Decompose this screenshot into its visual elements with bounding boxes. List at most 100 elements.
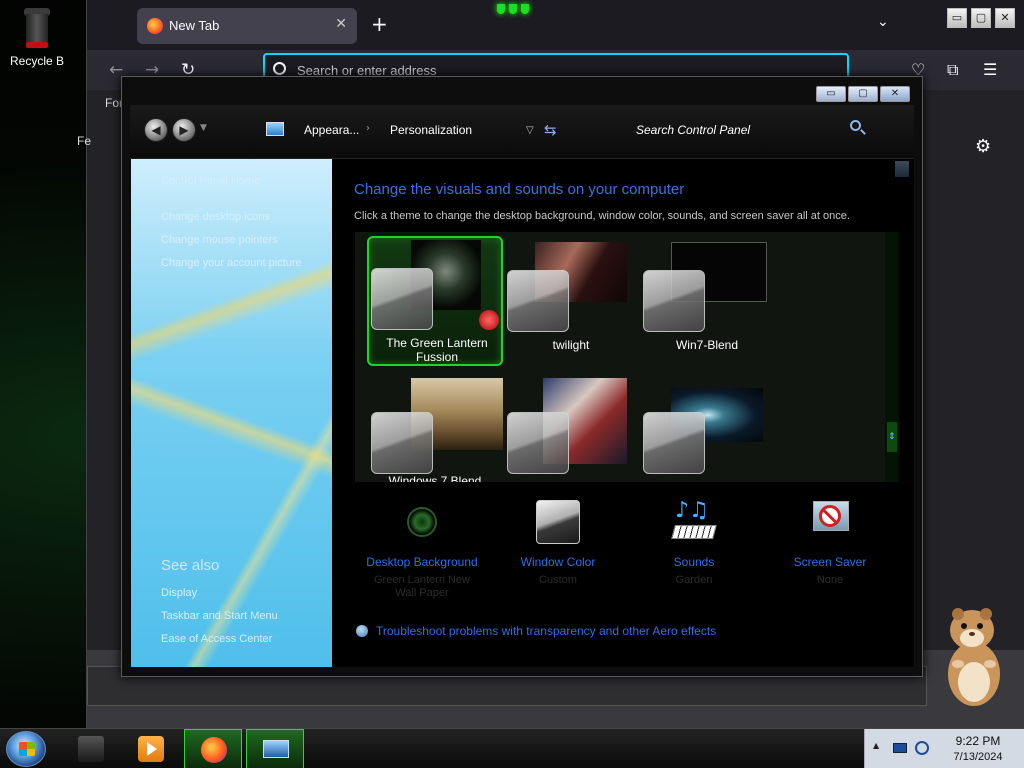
address-dropdown-chevron-icon[interactable]: ▽ xyxy=(526,125,534,136)
ease-of-access-link[interactable]: Ease of Access Center xyxy=(161,633,272,645)
clock-date[interactable]: 7/13/2024 xyxy=(937,751,1019,763)
option-value: None xyxy=(816,574,844,586)
action-center-icon[interactable] xyxy=(893,743,907,753)
theme-gallery: The Green Lantern Fussion twilight Win7-B… xyxy=(355,232,885,482)
breadcrumb-appearance[interactable]: Appeara... xyxy=(304,123,359,137)
media-player-icon xyxy=(138,736,164,762)
option-label: Window Color xyxy=(520,555,596,569)
control-panel-icon xyxy=(266,122,284,136)
menu-icon[interactable]: ☰ xyxy=(983,60,997,79)
personalization-window: ▭ ▢ ✕ ◀ ▶ ▼ Appeara... › Personalization… xyxy=(121,76,923,677)
system-tray: ▲ 9:22 PM 7/13/2024 xyxy=(864,729,1024,768)
theme-win7-blend[interactable]: Win7-Blend xyxy=(639,236,775,366)
window-color-icon xyxy=(535,499,581,545)
taskbar: ▲ 9:22 PM 7/13/2024 xyxy=(0,728,1024,768)
sounds-option[interactable]: ♪♫ Sounds Garden xyxy=(634,499,754,587)
sound-badge-icon xyxy=(479,310,499,330)
network-icon[interactable] xyxy=(915,741,929,755)
browser-tab-new-tab[interactable]: New Tab ✕ xyxy=(137,8,357,44)
page-title: Change the visuals and sounds on your co… xyxy=(354,181,685,198)
theme-label: twilight xyxy=(552,338,590,352)
back-button[interactable]: ◀ xyxy=(144,118,168,142)
help-globe-icon xyxy=(356,625,368,637)
screen-saver-icon xyxy=(807,499,853,545)
control-panel-home-link[interactable]: Control Panel Home xyxy=(161,175,260,187)
change-mouse-pointers-link[interactable]: Change mouse pointers xyxy=(161,234,278,246)
theme-label: The Green Lantern Fussion xyxy=(386,336,488,364)
display-link[interactable]: Display xyxy=(161,587,197,599)
content-fragment: Fe xyxy=(77,134,92,148)
change-desktop-icons-link[interactable]: Change desktop icons xyxy=(161,211,270,223)
recycle-bin[interactable]: Recycle B xyxy=(6,6,68,76)
scroll-arrows-icon: ⇕ xyxy=(888,432,896,442)
browser-tab-bar: New Tab ✕ + ⌄ ▭ ▢ ✕ xyxy=(87,0,1024,50)
address-toolbar: ◀ ▶ ▼ Appeara... › Personalization ▽ ⇆ S… xyxy=(130,105,914,159)
window-color-swatch xyxy=(507,412,569,474)
hamster-gadget[interactable] xyxy=(940,604,1006,708)
gear-icon[interactable]: ⚙ xyxy=(975,136,991,157)
option-value: Custom xyxy=(539,574,577,586)
tab-title: New Tab xyxy=(169,18,220,33)
option-label: Screen Saver xyxy=(793,555,867,569)
sounds-icon: ♪♫ xyxy=(671,499,717,545)
theme-collage[interactable] xyxy=(503,374,639,482)
maximize-button[interactable]: ▢ xyxy=(848,86,878,102)
search-icon[interactable] xyxy=(850,120,861,131)
taskbar-control-panel[interactable] xyxy=(246,729,304,768)
option-label: Sounds xyxy=(673,555,715,569)
theme-blue-swirl[interactable] xyxy=(639,374,775,482)
theme-windows-7-blend[interactable]: Windows 7 Blend xyxy=(367,374,503,482)
window-color-swatch xyxy=(643,270,705,332)
desktop-background-icon xyxy=(399,499,445,545)
search-input[interactable]: Search Control Panel xyxy=(636,123,750,137)
screen-saver-option[interactable]: Screen Saver None xyxy=(770,499,890,587)
browser-close-button[interactable]: ✕ xyxy=(995,8,1015,28)
theme-label: Windows 7 Blend xyxy=(388,474,482,482)
recycle-bin-icon xyxy=(22,6,52,48)
troubleshoot-link[interactable]: Troubleshoot problems with transparency … xyxy=(356,624,716,638)
extensions-icon[interactable]: ⧉ xyxy=(947,60,958,80)
theme-scrollbar[interactable]: ⇕ xyxy=(885,232,899,482)
option-value: Green Lantern New Wall Paper xyxy=(374,574,470,599)
window-color-swatch xyxy=(371,268,433,330)
forward-button[interactable]: ▶ xyxy=(172,118,196,142)
clock-time[interactable]: 9:22 PM xyxy=(937,734,1019,748)
minimize-button[interactable]: ▭ xyxy=(816,86,846,102)
browser-minimize-button[interactable]: ▭ xyxy=(947,8,967,28)
desktop-background-option[interactable]: Desktop Background Green Lantern New Wal… xyxy=(362,499,482,600)
theme-twilight[interactable]: twilight xyxy=(503,236,639,366)
taskbar-firefox[interactable] xyxy=(184,729,242,768)
recycle-bin-label: Recycle B xyxy=(9,54,65,68)
window-color-swatch xyxy=(371,412,433,474)
control-panel-icon xyxy=(263,740,289,758)
see-also-heading: See also xyxy=(161,557,220,574)
tab-list-chevron-icon[interactable]: ⌄ xyxy=(877,14,889,30)
green-glow-decoration xyxy=(497,0,529,16)
option-label: Desktop Background xyxy=(366,555,478,569)
breadcrumb-separator[interactable]: › xyxy=(366,123,370,134)
refresh-icon[interactable]: ⇆ xyxy=(544,121,557,139)
taskbar-media-player[interactable] xyxy=(122,729,180,768)
tab-close-icon[interactable]: ✕ xyxy=(335,16,347,32)
show-hidden-icons-button[interactable]: ▲ xyxy=(873,741,879,750)
firefox-icon xyxy=(201,737,227,763)
new-tab-button[interactable]: + xyxy=(371,14,388,34)
close-button[interactable]: ✕ xyxy=(880,86,910,102)
page-description: Click a theme to change the desktop back… xyxy=(354,210,850,222)
window-color-option[interactable]: Window Color Custom xyxy=(498,499,618,587)
windows-logo-icon xyxy=(19,742,35,756)
window-color-swatch xyxy=(507,270,569,332)
change-account-picture-link[interactable]: Change your account picture xyxy=(161,257,302,269)
taskbar-recycle-bin[interactable] xyxy=(62,729,120,768)
left-pane: Control Panel Home Change desktop icons … xyxy=(131,159,332,667)
theme-green-lantern[interactable]: The Green Lantern Fussion xyxy=(367,236,503,366)
option-value: Garden xyxy=(675,574,713,586)
browser-maximize-button[interactable]: ▢ xyxy=(971,8,991,28)
search-icon xyxy=(273,62,286,75)
recent-pages-chevron-icon[interactable]: ▼ xyxy=(200,123,207,133)
taskbar-start-menu-link[interactable]: Taskbar and Start Menu xyxy=(161,610,278,622)
breadcrumb-personalization[interactable]: Personalization xyxy=(390,123,472,137)
firefox-icon xyxy=(147,18,163,34)
start-button[interactable] xyxy=(6,731,46,767)
theme-label: Win7-Blend xyxy=(675,338,739,352)
